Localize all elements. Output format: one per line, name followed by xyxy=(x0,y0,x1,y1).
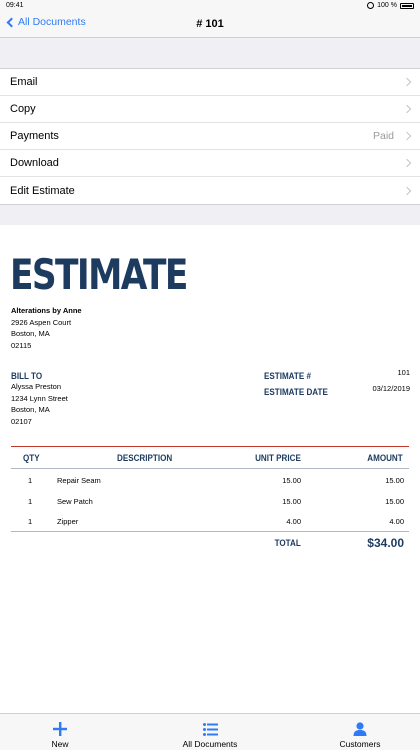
row-description: Zipper xyxy=(57,517,79,526)
estimate-date-heading: ESTIMATE DATE xyxy=(264,382,339,400)
chevron-right-icon xyxy=(402,104,412,114)
client-city: Boston, MA xyxy=(11,405,50,414)
company-street: 2926 Aspen Court xyxy=(11,317,72,327)
row-qty: 1 xyxy=(28,517,33,526)
tab-bar-items: New All Documents Customers xyxy=(0,714,420,750)
client-name: Alyssa Preston xyxy=(11,382,62,391)
client-street: 1234 Lynn Street xyxy=(11,393,68,403)
row-qty: 1 xyxy=(28,496,33,506)
menu-item-label: Email xyxy=(10,76,38,88)
navigation-bar: All Documents # 101 xyxy=(0,11,420,37)
estimate-document: ESTIMATE Alterations by Anne 2926 Aspen … xyxy=(0,225,420,713)
battery-icon xyxy=(400,2,414,9)
menu-item-download[interactable]: Download xyxy=(0,150,420,177)
page-title: # 101 xyxy=(196,18,224,30)
menu-item-label: Edit Estimate xyxy=(10,184,75,197)
row-amount: 15.00 xyxy=(385,496,404,506)
tab-new[interactable]: New xyxy=(0,714,120,750)
menu-item-copy[interactable]: Copy xyxy=(0,96,420,123)
table-row: 1 Sew Patch 15.00 15.00 xyxy=(11,490,409,511)
menu-item-email[interactable]: Email xyxy=(0,69,420,96)
estimate-number-label: ESTIMATE # xyxy=(264,371,311,382)
menu-item-label: Download xyxy=(10,157,59,169)
estimate-date: 03/12/2019 xyxy=(372,384,410,393)
status-bar: 09:41 100 % xyxy=(0,0,420,11)
chevron-right-icon xyxy=(402,158,412,168)
person-icon xyxy=(353,722,367,736)
row-qty: 1 xyxy=(28,476,33,485)
column-header-amount: AMOUNT xyxy=(367,453,403,464)
column-header-unit-price: UNIT PRICE xyxy=(255,453,301,464)
row-amount: 4.00 xyxy=(389,517,404,526)
company-address: Alterations by Anne 2926 Aspen Court Bos… xyxy=(11,305,82,351)
plus-icon xyxy=(53,722,67,736)
chevron-right-icon xyxy=(402,77,412,87)
company-name: Alterations by Anne xyxy=(11,306,82,315)
payment-status: Paid xyxy=(372,130,394,142)
battery-percent: 100 % xyxy=(377,2,397,9)
row-description: Sew Patch xyxy=(57,496,93,506)
chevron-right-icon xyxy=(402,131,412,141)
menu-item-label: Copy xyxy=(10,103,36,115)
table-row: 1 Repair Seam 15.00 15.00 xyxy=(11,469,409,490)
document-title: ESTIMATE xyxy=(10,250,188,299)
table-header: QTY DESCRIPTION UNIT PRICE AMOUNT xyxy=(11,447,409,468)
menu-item-edit-estimate[interactable]: Edit Estimate xyxy=(0,177,420,204)
tab-all-documents[interactable]: All Documents xyxy=(150,714,270,750)
tab-label: New xyxy=(51,739,69,749)
column-header-qty: QTY xyxy=(23,453,40,464)
status-time: 09:41 xyxy=(6,2,24,9)
section-spacer-bottom xyxy=(0,204,420,226)
action-menu: Email Copy Payments Paid Download Edit E… xyxy=(0,69,420,204)
row-unit-price: 15.00 xyxy=(282,496,301,506)
bill-to-address: Alyssa Preston 1234 Lynn Street Boston, … xyxy=(11,381,68,427)
total-row: TOTAL $34.00 xyxy=(11,532,409,556)
company-zip: 02115 xyxy=(11,340,32,350)
section-spacer-top xyxy=(0,37,420,69)
row-unit-price: 15.00 xyxy=(282,476,301,485)
tab-label: Customers xyxy=(339,739,381,749)
menu-item-payments[interactable]: Payments Paid xyxy=(0,123,420,150)
estimate-number: 101 xyxy=(397,368,410,377)
status-right: 100 % xyxy=(367,2,414,9)
row-amount: 15.00 xyxy=(385,476,404,485)
company-city: Boston, MA xyxy=(11,329,50,338)
estimate-date-label: ESTIMATE DATE xyxy=(264,387,328,398)
total-amount: $34.00 xyxy=(367,535,404,550)
line-items-table: QTY DESCRIPTION UNIT PRICE AMOUNT 1 Repa… xyxy=(11,446,409,556)
list-icon xyxy=(202,723,218,736)
total-label: TOTAL xyxy=(274,537,301,549)
chevron-right-icon xyxy=(402,186,412,195)
row-description: Repair Seam xyxy=(57,476,101,485)
orientation-lock-icon xyxy=(367,2,375,9)
tab-bar: New All Documents Customers xyxy=(0,713,420,750)
column-header-description: DESCRIPTION xyxy=(117,453,173,464)
client-zip: 02107 xyxy=(11,416,32,426)
tab-label: All Documents xyxy=(182,739,238,749)
table-row: 1 Zipper 4.00 4.00 xyxy=(11,510,409,531)
row-unit-price: 4.00 xyxy=(286,517,301,526)
menu-item-label: Payments xyxy=(10,130,59,142)
tab-customers[interactable]: Customers xyxy=(300,714,420,750)
